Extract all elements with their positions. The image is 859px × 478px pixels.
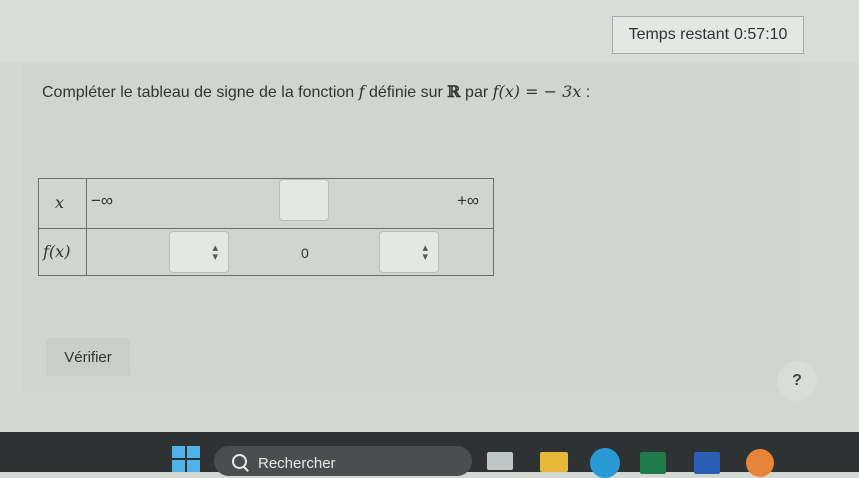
sign-select-left[interactable]: ▴ ▾ xyxy=(169,231,229,273)
zero-value: 0 xyxy=(301,245,309,261)
zero-point-input[interactable] xyxy=(279,179,329,221)
x-header: x xyxy=(55,193,65,212)
sign-select-right[interactable]: ▴ ▾ xyxy=(379,231,439,273)
up-down-arrows-icon: ▴ ▾ xyxy=(212,242,218,263)
excel-icon[interactable] xyxy=(640,452,666,474)
verify-button[interactable]: Vérifier xyxy=(46,338,130,376)
question-text: Compléter le tableau de signe de la fonc… xyxy=(42,82,591,101)
timer-display: Temps restant 0:57:10 xyxy=(612,16,804,54)
plus-infinity: +∞ xyxy=(457,191,480,210)
search-icon xyxy=(232,454,247,469)
timer-value: 0:57:10 xyxy=(734,26,788,43)
fx-header: f(x) xyxy=(43,242,71,261)
minus-infinity: −∞ xyxy=(91,191,114,210)
sign-table-divider xyxy=(86,179,87,275)
search-label: Rechercher xyxy=(258,455,336,472)
exercise-card: Compléter le tableau de signe de la fonc… xyxy=(22,64,800,392)
edge-icon[interactable] xyxy=(590,448,620,478)
windows-start-icon[interactable] xyxy=(172,446,200,472)
firefox-icon[interactable] xyxy=(746,449,774,477)
folder-icon[interactable] xyxy=(540,452,568,472)
taskbar: Rechercher xyxy=(0,432,859,478)
up-down-arrows-icon: ▴ ▾ xyxy=(422,242,428,263)
timer-label: Temps restant xyxy=(628,26,730,43)
sign-table: x −∞ +∞ f(x) ▴ ▾ 0 ▴ ▾ xyxy=(38,178,494,276)
file-explorer-icon[interactable] xyxy=(487,452,513,470)
word-icon[interactable] xyxy=(694,452,720,474)
help-button[interactable]: ? xyxy=(777,361,817,401)
